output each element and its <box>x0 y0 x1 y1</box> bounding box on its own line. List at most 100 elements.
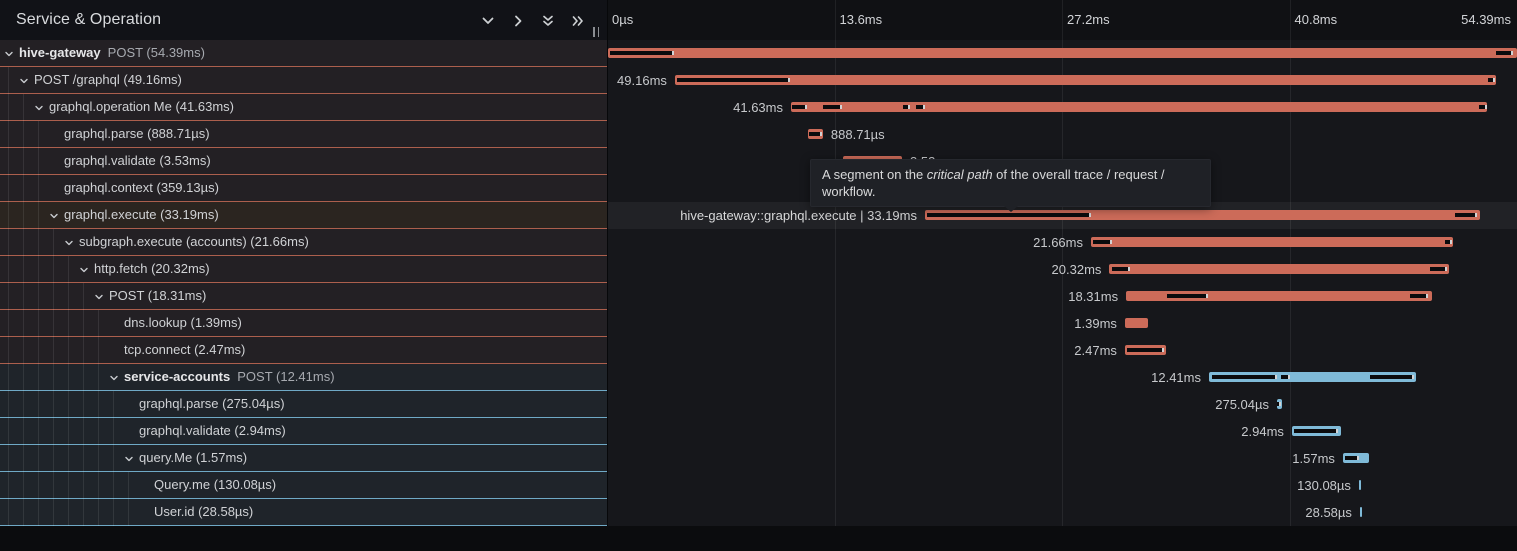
span-row[interactable]: graphql.validate (2.94ms) 2.94ms <box>0 418 1517 445</box>
span-label: User.id (28.58µs) <box>154 499 253 525</box>
span-row[interactable]: subgraph.execute (accounts) (21.66ms)21.… <box>0 229 1517 256</box>
double-chevron-down-icon <box>541 14 555 28</box>
operation-name: POST (12.41ms) <box>237 369 334 384</box>
collapse-chevron-icon[interactable] <box>95 293 102 300</box>
indent-guides <box>8 445 114 472</box>
span-label: query.Me (1.57ms) <box>139 445 247 471</box>
critical-path-segment-cap <box>1128 267 1130 271</box>
span-row[interactable]: graphql.operation Me (41.63ms)41.63ms <box>0 94 1517 121</box>
span-bar[interactable] <box>1125 318 1148 328</box>
span-bar[interactable] <box>791 102 1487 112</box>
span-tree-cell[interactable]: graphql.context (359.13µs) <box>0 175 607 202</box>
span-row[interactable]: POST /graphql (49.16ms)49.16ms <box>0 67 1517 94</box>
span-row[interactable]: graphql.parse (888.71µs)888.71µs <box>0 121 1517 148</box>
critical-path-segment <box>1127 348 1164 352</box>
span-tree-cell[interactable]: subgraph.execute (accounts) (21.66ms) <box>0 229 607 256</box>
indent-guides <box>8 256 69 283</box>
collapse-chevron-icon[interactable] <box>50 212 57 219</box>
critical-path-segment-cap <box>1275 375 1277 379</box>
span-tree-cell[interactable]: POST /graphql (49.16ms) <box>0 67 607 94</box>
tooltip-arrow <box>1004 206 1018 212</box>
span-row[interactable]: dns.lookup (1.39ms)1.39ms <box>0 310 1517 337</box>
span-label: graphql.operation Me (41.63ms) <box>49 94 234 120</box>
panel-divider[interactable] <box>607 0 608 526</box>
collapse-chevron-icon[interactable] <box>5 50 12 57</box>
span-row[interactable]: graphql.validate (3.53ms)3.53ms <box>0 148 1517 175</box>
timeline-tick: 40.8ms <box>1295 12 1338 27</box>
span-tree-cell[interactable]: tcp.connect (2.47ms) <box>0 337 607 364</box>
panel-resize-grip[interactable] <box>593 27 599 37</box>
span-tree-cell[interactable]: graphql.parse (275.04µs) <box>0 391 607 418</box>
span-bar[interactable] <box>1359 480 1361 490</box>
collapse-chevron-icon[interactable] <box>65 239 72 246</box>
critical-path-segment-cap <box>672 51 674 55</box>
collapse-chevron-icon[interactable] <box>35 104 42 111</box>
collapse-one-button[interactable] <box>480 13 495 28</box>
span-bar[interactable] <box>675 75 1497 85</box>
timeline-tick: 13.6ms <box>840 12 883 27</box>
span-bar[interactable] <box>1126 291 1432 301</box>
span-duration-label: 2.94ms <box>1241 418 1284 445</box>
span-tree-cell[interactable]: dns.lookup (1.39ms) <box>0 310 607 337</box>
span-tree-cell[interactable]: graphql.operation Me (41.63ms) <box>0 94 607 121</box>
service-name: service-accounts <box>124 369 230 384</box>
span-bar[interactable] <box>1109 264 1449 274</box>
span-bar[interactable] <box>1209 372 1416 382</box>
critical-path-segment <box>927 213 1091 217</box>
span-bar[interactable] <box>1343 453 1369 463</box>
span-row[interactable]: graphql.parse (275.04µs)275.04µs <box>0 391 1517 418</box>
span-row[interactable]: graphql.context (359.13µs) <box>0 175 1517 202</box>
timeline-tick: 27.2ms <box>1067 12 1110 27</box>
span-bar[interactable] <box>1292 426 1341 436</box>
span-tree-cell[interactable]: hive-gatewayPOST (54.39ms) <box>0 40 607 67</box>
span-row[interactable]: User.id (28.58µs)28.58µs <box>0 499 1517 526</box>
span-duration-label: 130.08µs <box>1297 472 1351 499</box>
operation-name: POST (54.39ms) <box>108 45 205 60</box>
span-tree-cell[interactable]: graphql.validate (2.94ms) <box>0 418 607 445</box>
span-tree-cell[interactable]: graphql.parse (888.71µs) <box>0 121 607 148</box>
span-tree-cell[interactable]: graphql.execute (33.19ms) <box>0 202 607 229</box>
critical-path-segment-cap <box>1511 51 1513 55</box>
span-tree-cell[interactable]: User.id (28.58µs) <box>0 499 607 526</box>
span-tree-cell[interactable]: graphql.validate (3.53ms) <box>0 148 607 175</box>
span-bar[interactable] <box>808 129 823 139</box>
span-row[interactable]: tcp.connect (2.47ms)2.47ms <box>0 337 1517 364</box>
span-bar[interactable] <box>608 48 1517 58</box>
span-tree-cell[interactable]: query.Me (1.57ms) <box>0 445 607 472</box>
span-row[interactable]: http.fetch (20.32ms)20.32ms <box>0 256 1517 283</box>
span-row[interactable]: service-accountsPOST (12.41ms)12.41ms <box>0 364 1517 391</box>
critical-path-segment-cap <box>805 105 807 109</box>
span-tree-cell[interactable]: service-accounts POST (12.41ms) <box>0 364 607 391</box>
critical-path-segment <box>1212 375 1277 379</box>
span-label: graphql.validate (3.53ms) <box>64 148 211 174</box>
span-bar[interactable] <box>1091 237 1453 247</box>
span-tree-cell[interactable]: http.fetch (20.32ms) <box>0 256 607 283</box>
span-bar[interactable] <box>1360 507 1362 517</box>
indent-guides <box>8 337 99 364</box>
indent-guides <box>8 364 99 391</box>
span-row[interactable]: POST (18.31ms)18.31ms <box>0 283 1517 310</box>
expand-one-button[interactable] <box>510 13 525 28</box>
span-label: graphql.parse (275.04µs) <box>139 391 285 417</box>
indent-guides <box>8 283 84 310</box>
collapse-all-button[interactable] <box>540 13 555 28</box>
span-row[interactable]: graphql.execute (33.19ms)hive-gateway::g… <box>0 202 1517 229</box>
collapse-chevron-icon[interactable] <box>80 266 87 273</box>
indent-guides <box>8 391 114 418</box>
collapse-chevron-icon[interactable] <box>125 455 132 462</box>
expand-all-button[interactable] <box>570 13 585 28</box>
collapse-chevron-icon[interactable] <box>110 374 117 381</box>
span-row[interactable]: hive-gatewayPOST (54.39ms) <box>0 40 1517 67</box>
span-bar[interactable] <box>1277 399 1282 409</box>
span-tree-cell[interactable]: POST (18.31ms) <box>0 283 607 310</box>
span-label: POST /graphql (49.16ms) <box>34 67 182 93</box>
indent-guides <box>8 148 39 175</box>
collapse-chevron-icon[interactable] <box>20 77 27 84</box>
span-row[interactable]: query.Me (1.57ms)1.57ms <box>0 445 1517 472</box>
chevron-down-icon <box>481 14 495 28</box>
span-bar[interactable] <box>1125 345 1166 355</box>
span-tree-cell[interactable]: Query.me (130.08µs) <box>0 472 607 499</box>
indent-guides <box>8 175 39 202</box>
span-row[interactable]: Query.me (130.08µs) 130.08µs <box>0 472 1517 499</box>
indent-guides <box>8 202 39 229</box>
